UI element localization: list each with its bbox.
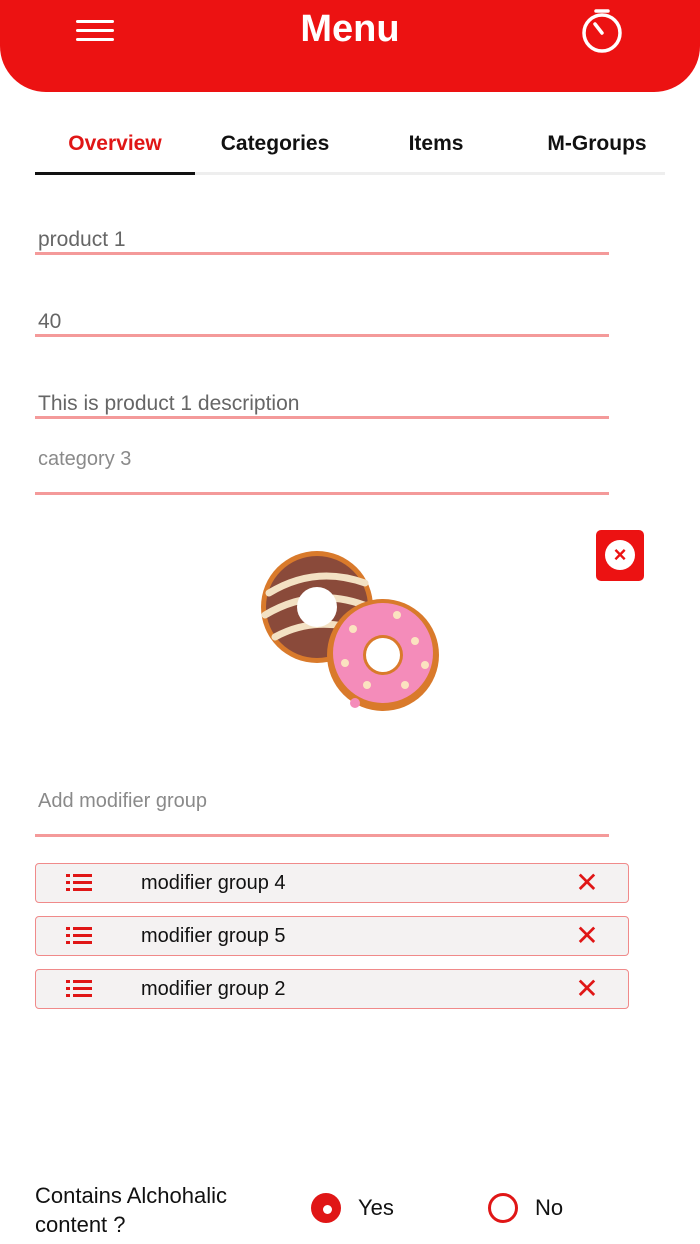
remove-modifier-group-icon[interactable]: ✕: [574, 866, 600, 900]
product-description-input[interactable]: [35, 392, 612, 416]
add-modifier-group-input[interactable]: [35, 790, 612, 813]
tab-m-groups[interactable]: M-Groups: [517, 120, 677, 172]
product-price-input[interactable]: [35, 310, 612, 334]
modifier-group-label: modifier group 4: [141, 872, 286, 894]
product-price-field: [35, 310, 612, 337]
timer-icon[interactable]: [578, 7, 626, 55]
remove-modifier-group-icon[interactable]: ✕: [574, 919, 600, 953]
tab-bar: Overview Categories Items M-Groups: [35, 120, 665, 175]
list-icon[interactable]: [66, 980, 92, 998]
modifier-group-row: modifier group 5 ✕: [35, 916, 629, 956]
close-circle-icon: ×: [605, 540, 635, 570]
tab-items[interactable]: Items: [356, 120, 516, 172]
remove-modifier-group-icon[interactable]: ✕: [574, 972, 600, 1006]
radio-yes-label: Yes: [358, 1195, 394, 1220]
modifier-group-field: [35, 790, 612, 837]
modifier-group-label: modifier group 2: [141, 978, 286, 1000]
product-description-field: [35, 392, 612, 419]
product-name-field: [35, 228, 612, 255]
radio-checked-icon: [311, 1193, 341, 1223]
list-icon[interactable]: [66, 874, 92, 892]
product-name-input[interactable]: [35, 228, 612, 252]
tab-categories[interactable]: Categories: [195, 120, 355, 172]
list-icon[interactable]: [66, 927, 92, 945]
modifier-group-label: modifier group 5: [141, 925, 286, 947]
alcohol-question: Contains Alchohalic content ?: [35, 1183, 228, 1237]
radio-no-label: No: [535, 1195, 564, 1220]
modifier-group-row: modifier group 4 ✕: [35, 863, 629, 903]
remove-image-button[interactable]: ×: [596, 530, 644, 581]
category-field: [35, 448, 612, 495]
category-select[interactable]: [35, 448, 612, 471]
modifier-group-row: modifier group 2 ✕: [35, 969, 629, 1009]
radio-unchecked-icon: [488, 1193, 518, 1223]
app-header: Menu: [0, 0, 700, 92]
tab-overview[interactable]: Overview: [35, 120, 195, 175]
donuts-image: [261, 551, 439, 711]
